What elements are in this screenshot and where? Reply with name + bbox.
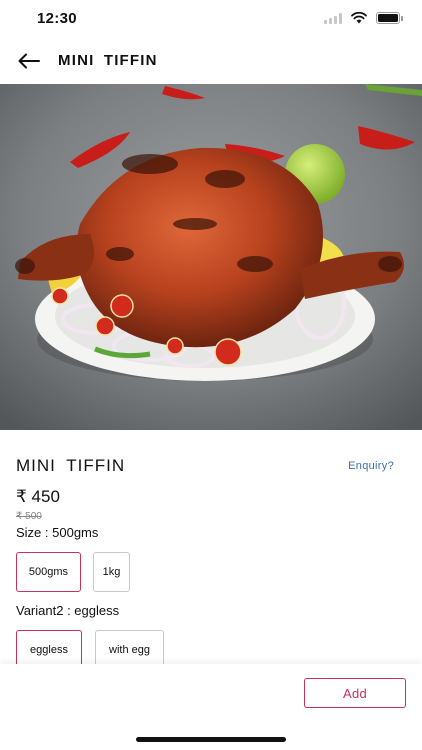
enquiry-link[interactable]: Enquiry? — [348, 460, 394, 472]
status-icons — [324, 12, 403, 24]
product-title: MINI TIFFIN — [16, 456, 126, 475]
battery-icon — [376, 12, 403, 24]
add-button[interactable]: Add — [304, 678, 406, 708]
product-price: ₹ 450 — [16, 487, 60, 506]
arrow-left-icon — [18, 53, 40, 69]
wifi-icon — [351, 12, 367, 24]
app-header: MINI TIFFIN — [0, 40, 422, 82]
signal-icon — [324, 12, 342, 24]
size-option-500gms[interactable]: 500gms — [16, 552, 81, 592]
back-button[interactable] — [16, 50, 42, 72]
status-bar: 12:30 — [0, 0, 422, 40]
home-indicator — [136, 737, 286, 742]
variant-label: Variant2 : eggless — [16, 603, 120, 618]
food-photo — [0, 84, 422, 430]
original-price: ₹ 500 — [16, 511, 42, 522]
size-label: Size : 500gms — [16, 525, 99, 540]
product-image — [0, 84, 422, 430]
bottom-bar: Add — [0, 664, 422, 750]
size-option-1kg[interactable]: 1kg — [93, 552, 130, 592]
status-time: 12:30 — [37, 10, 77, 27]
header-title: MINI TIFFIN — [58, 52, 158, 69]
